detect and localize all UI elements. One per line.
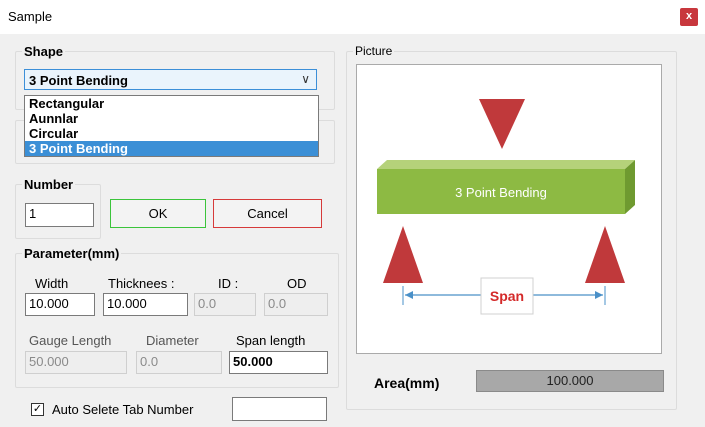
diameter-label: Diameter: [146, 333, 199, 348]
load-arrow: [479, 99, 525, 149]
auto-select-label: Auto Selete Tab Number: [52, 402, 194, 417]
shape-option-aunnlar[interactable]: Aunnlar: [25, 111, 318, 126]
thickness-input[interactable]: 10.000: [103, 293, 188, 316]
shape-option-3-point-bending[interactable]: 3 Point Bending: [25, 141, 318, 156]
picture-frame: 3 Point Bending Span: [356, 64, 662, 354]
span-arrow-right-icon: [595, 291, 603, 299]
id-input: 0.0: [194, 293, 256, 316]
beam-side-face: [625, 160, 635, 214]
od-label: OD: [287, 276, 307, 291]
width-label: Width: [35, 276, 69, 291]
diameter-input: 0.0: [136, 351, 222, 374]
area-value: 100.000: [476, 370, 664, 392]
window-title: Sample: [8, 9, 53, 24]
area-label: Area(mm): [374, 375, 440, 391]
parameter-group-label: Parameter(mm): [24, 246, 120, 261]
title-bar: Sample x: [0, 0, 705, 34]
od-input: 0.0: [264, 293, 328, 316]
bending-diagram: 3 Point Bending Span: [377, 99, 635, 315]
close-button[interactable]: x: [680, 8, 698, 26]
ok-button[interactable]: OK: [110, 199, 206, 228]
number-input[interactable]: 1: [25, 203, 94, 227]
shape-dropdown-list: Rectangular Aunnlar Circular 3 Point Ben…: [24, 95, 319, 157]
span-length-label: Span length: [236, 333, 306, 348]
span-label: Span: [490, 288, 524, 304]
id-label: ID :: [218, 276, 239, 291]
beam-top-face: [377, 160, 635, 169]
gauge-length-label: Gauge Length: [29, 333, 112, 348]
right-support-icon: [585, 226, 625, 283]
shape-option-rectangular[interactable]: Rectangular: [25, 96, 318, 111]
auto-select-tab-input[interactable]: [232, 397, 327, 421]
auto-select-checkbox[interactable]: ✓: [31, 403, 44, 416]
shape-select[interactable]: 3 Point Bending ∨: [24, 69, 317, 90]
picture-group-label: Picture: [355, 44, 393, 58]
shape-group-label: Shape: [24, 44, 64, 59]
span-length-input[interactable]: 50.000: [229, 351, 328, 374]
shape-select-value: 3 Point Bending: [29, 73, 128, 88]
cancel-button[interactable]: Cancel: [213, 199, 322, 228]
left-support-icon: [383, 226, 423, 283]
gauge-length-input: 50.000: [25, 351, 127, 374]
span-arrow-left-icon: [405, 291, 413, 299]
beam-label: 3 Point Bending: [455, 185, 547, 200]
thickness-label: Thicknees :: [108, 276, 175, 291]
chevron-down-icon[interactable]: ∨: [301, 72, 310, 86]
shape-option-circular[interactable]: Circular: [25, 126, 318, 141]
number-group-label: Number: [24, 177, 74, 192]
width-input[interactable]: 10.000: [25, 293, 95, 316]
